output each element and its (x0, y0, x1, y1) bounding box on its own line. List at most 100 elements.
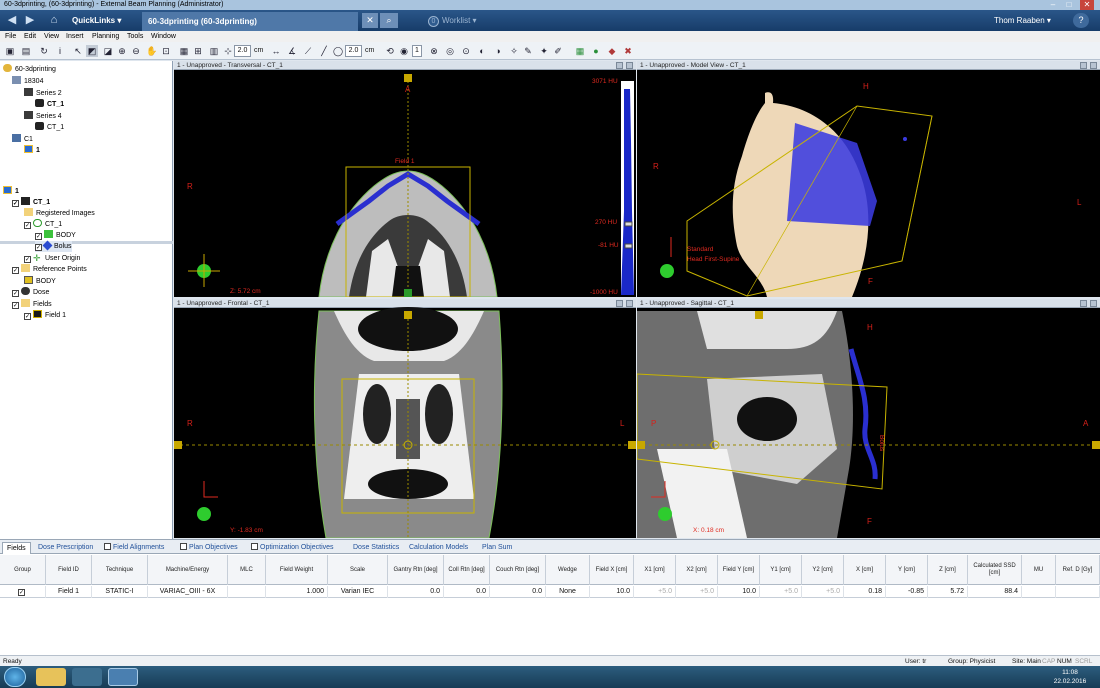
tree-course[interactable]: C1 (12, 134, 33, 145)
layout-icon[interactable]: ▥ (208, 45, 220, 57)
col-x[interactable]: X [cm] (844, 555, 886, 585)
layout-grid-icon[interactable]: ▦ (574, 45, 586, 57)
marker-icon[interactable]: ✦ (538, 45, 550, 57)
tree-plan[interactable]: 1 (24, 145, 40, 156)
tree-body[interactable]: ✓ BODY (35, 230, 76, 241)
close-tab-button[interactable]: ✕ (362, 13, 378, 28)
tree-patient[interactable]: 18304 (12, 76, 43, 87)
col-couch-rtn[interactable]: Couch Rtn [deg] (490, 555, 546, 585)
model-view-viewport[interactable]: 1 - Unapproved - Model View - CT_1 H R L… (637, 61, 1100, 297)
tree-structure-set[interactable]: ✓ CT_1 (24, 219, 62, 230)
tree-ct1-a[interactable]: CT_1 (35, 99, 64, 110)
angle-icon[interactable]: ∡ (286, 45, 298, 57)
cell-field-y[interactable]: 10.0 (718, 586, 760, 598)
col-ref-dose[interactable]: Ref. D [Gy] (1056, 555, 1100, 585)
ref-points-checkbox[interactable]: ✓ (12, 267, 19, 274)
bolus-checkbox[interactable]: ✓ (35, 244, 42, 251)
home-icon[interactable]: ⌂ (46, 13, 62, 28)
col-field-weight[interactable]: Field Weight (266, 555, 328, 585)
group-checkbox[interactable]: ✓ (18, 589, 25, 596)
isocenter-icon[interactable]: ⊙ (460, 45, 472, 57)
col-x2[interactable]: X2 [cm] (676, 555, 718, 585)
ct-checkbox[interactable]: ✓ (12, 200, 19, 207)
menu-insert[interactable]: Insert (66, 31, 84, 42)
contrast-icon[interactable]: ◩ (86, 45, 98, 57)
tree-fields[interactable]: ✓ Fields (12, 299, 52, 310)
grid-size-input[interactable]: 2.0 (234, 45, 251, 57)
cell-z[interactable]: 5.72 (928, 586, 968, 598)
search-icon[interactable]: ⌕ (380, 13, 398, 28)
menu-tools[interactable]: Tools (127, 31, 143, 42)
maximize-button[interactable]: □ (1062, 0, 1076, 10)
col-coll-rtn[interactable]: Coll Rtn [deg] (444, 555, 490, 585)
plan-objectives-checkbox[interactable] (180, 543, 187, 550)
tree-ref-body[interactable]: BODY (24, 276, 56, 287)
col-wedge[interactable]: Wedge (546, 555, 590, 585)
file-explorer-icon[interactable] (36, 668, 66, 686)
cell-x[interactable]: 0.18 (844, 586, 886, 598)
quicklinks-dropdown[interactable]: QuickLinks ▾ (72, 14, 142, 27)
cell-group-checkbox[interactable]: ✓ (0, 586, 46, 598)
zoom-fit-icon[interactable]: ⊡ (160, 45, 172, 57)
collimator-icon[interactable]: ◑ (492, 45, 504, 57)
structure-checkbox[interactable]: ✓ (24, 222, 31, 229)
tab-plan-sum[interactable]: Plan Sum (482, 542, 512, 554)
col-field-x[interactable]: Field X [cm] (590, 555, 634, 585)
tree-ct1-b[interactable]: CT_1 (35, 122, 64, 133)
patient-tab[interactable]: 60-3dprinting (60-3dprinting) (142, 12, 358, 31)
pointer-icon[interactable]: ↖ (72, 45, 84, 57)
cell-field-x[interactable]: 10.0 (590, 586, 634, 598)
distance-input[interactable]: 2.0 (345, 45, 362, 57)
distance-icon[interactable]: ⟋ (302, 45, 314, 57)
step-input[interactable]: 1 (412, 45, 422, 57)
cell-y2[interactable]: +5.0 (802, 586, 844, 598)
cell-mlc[interactable] (228, 586, 266, 598)
sphere-icon[interactable]: ● (590, 45, 602, 57)
tree-bolus[interactable]: ✓ Bolus (35, 240, 72, 252)
transversal-viewport[interactable]: 1 - Unapproved - Transversal - CT_1 A R … (174, 61, 636, 297)
menu-view[interactable]: View (44, 31, 59, 42)
cell-ref-dose[interactable] (1056, 586, 1100, 598)
col-y1[interactable]: Y1 [cm] (760, 555, 802, 585)
tree-series-4[interactable]: Series 4 (24, 111, 62, 122)
hu-slider-lower[interactable] (624, 243, 633, 249)
cell-field-weight[interactable]: 1.000 (266, 586, 328, 598)
tree-plan-root[interactable]: 1 (3, 186, 19, 197)
eclipse-app-icon[interactable] (108, 668, 138, 686)
menu-file[interactable]: File (5, 31, 16, 42)
cell-mu[interactable] (1022, 586, 1056, 598)
draw-icon[interactable]: ✐ (552, 45, 564, 57)
forward-arrow-icon[interactable]: ▶ (22, 13, 38, 28)
tree-user-origin[interactable]: ✓ ✛ User Origin (24, 253, 80, 264)
cell-couch-rtn[interactable]: 0.0 (490, 586, 546, 598)
wand-icon[interactable]: ✧ (508, 45, 520, 57)
tree-root[interactable]: 60-3dprinting (3, 64, 56, 75)
cell-x2[interactable]: +5.0 (676, 586, 718, 598)
tree-dose[interactable]: ✓ Dose (12, 287, 49, 298)
user-origin-checkbox[interactable]: ✓ (24, 256, 31, 263)
cell-wedge[interactable]: None (546, 586, 590, 598)
view-icon[interactable]: ◉ (398, 45, 410, 57)
field-alignments-checkbox[interactable] (104, 543, 111, 550)
menu-edit[interactable]: Edit (24, 31, 36, 42)
col-x1[interactable]: X1 [cm] (634, 555, 676, 585)
cell-calculated-ssd[interactable]: 88.4 (968, 586, 1022, 598)
window-level-icon[interactable]: ◪ (102, 45, 114, 57)
col-mu[interactable]: MU (1022, 555, 1056, 585)
cell-scale[interactable]: Varian IEC (328, 586, 388, 598)
save-icon[interactable]: ▤ (20, 45, 32, 57)
help-icon[interactable]: ? (1073, 13, 1089, 28)
refresh-icon[interactable]: ↻ (38, 45, 50, 57)
cell-technique[interactable]: STATIC-I (92, 586, 148, 598)
windows-start-icon[interactable] (4, 667, 26, 687)
open-icon[interactable]: ▣ (4, 45, 16, 57)
cell-coll-rtn[interactable]: 0.0 (444, 586, 490, 598)
rotate-icon[interactable]: ⟲ (384, 45, 396, 57)
brush-icon[interactable]: ✎ (522, 45, 534, 57)
menu-planning[interactable]: Planning (92, 31, 119, 42)
line-icon[interactable]: ╱ (318, 45, 330, 57)
fields-checkbox[interactable]: ✓ (12, 302, 19, 309)
col-technique[interactable]: Technique (92, 555, 148, 585)
col-field-y[interactable]: Field Y [cm] (718, 555, 760, 585)
zoom-in-icon[interactable]: ⊕ (116, 45, 128, 57)
